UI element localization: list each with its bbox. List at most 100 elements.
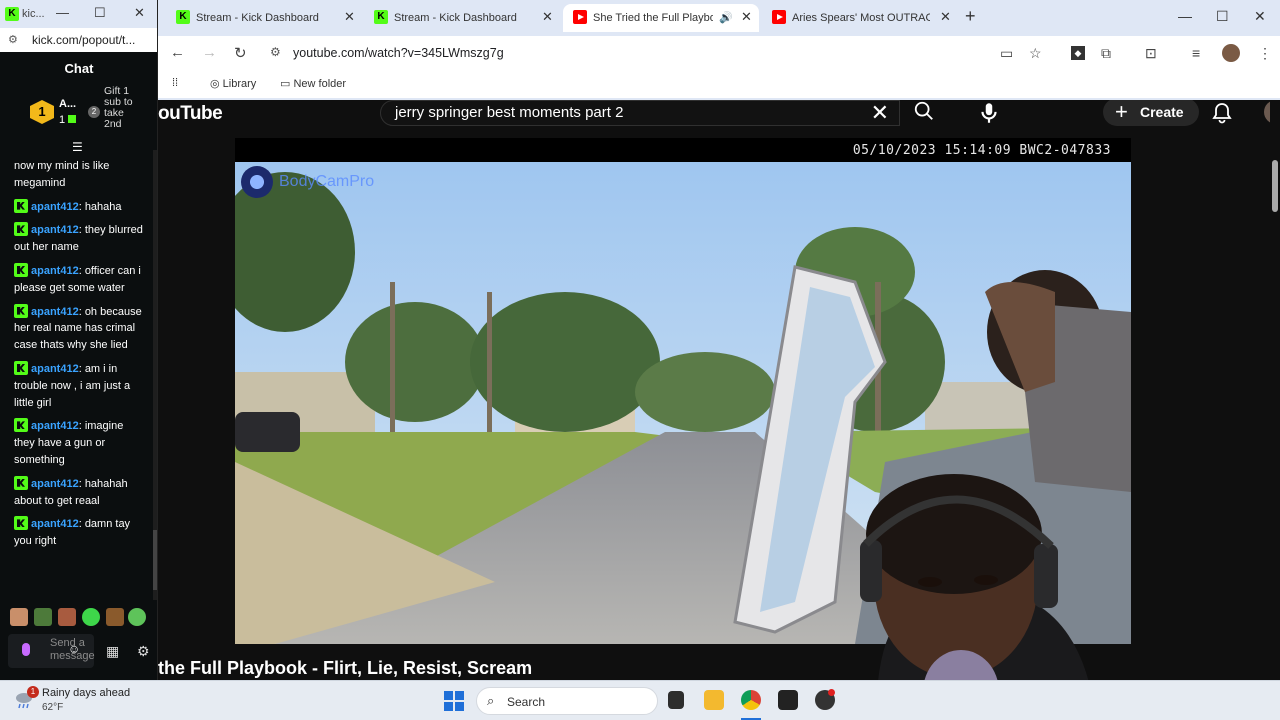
voice-search-icon[interactable] — [976, 100, 1002, 126]
tab-close-icon[interactable]: ✕ — [542, 9, 553, 25]
chat-scrollbar-thumb[interactable] — [153, 530, 157, 590]
forward-icon[interactable]: → — [202, 44, 217, 61]
settings-gear-icon[interactable]: ⚙ — [137, 643, 150, 660]
page-scrollbar[interactable] — [1270, 100, 1280, 680]
create-button[interactable]: + Create — [1103, 100, 1199, 126]
gift-count-value: 1 — [59, 114, 66, 126]
extensions-puzzle-icon[interactable]: ⧉ — [1101, 45, 1111, 62]
rank-2-icon: 2 — [88, 106, 100, 118]
maximize-button[interactable]: ☐ — [94, 5, 106, 21]
gifter-username[interactable]: A... — [59, 98, 76, 110]
bodycam-logo-icon — [241, 166, 273, 198]
notification-dot — [828, 689, 835, 696]
reload-icon[interactable]: ↻ — [234, 44, 247, 62]
tab-close-icon[interactable]: ✕ — [741, 9, 752, 25]
chat-address-bar[interactable]: ⚙ kick.com/popout/t... — [0, 28, 157, 52]
tab-youtube-active[interactable]: She Tried the Full Playbook 🔊 ✕ — [563, 4, 759, 32]
chat-message: apant412: officer can i please get some … — [14, 262, 146, 297]
url-text: youtube.com/watch?v=345LWmszg7g — [293, 46, 504, 60]
chat-username[interactable]: apant412 — [31, 420, 79, 432]
chat-popout-window: K kic... — ☐ ✕ ⚙ kick.com/popout/t... Ch… — [0, 0, 158, 680]
site-info-icon[interactable]: ⚙ — [270, 45, 281, 59]
windows-taskbar: 1 Rainy days ahead 62°F ⌕ Search — [0, 680, 1280, 720]
chat-username[interactable]: apant412 — [31, 201, 79, 213]
youtube-logo[interactable]: ouTube — [158, 103, 223, 125]
weather-title[interactable]: Rainy days ahead — [42, 687, 130, 699]
tab-audio-icon[interactable]: 🔊 — [719, 11, 733, 24]
chat-username[interactable]: apant412 — [31, 265, 79, 277]
tab-kick-dashboard-1[interactable]: K Stream - Kick Dashboard ✕ — [166, 4, 362, 32]
apps-grid-icon[interactable]: ⁞⁞ — [172, 77, 178, 89]
obs-icon[interactable] — [778, 690, 798, 710]
store-icon[interactable]: ▦ — [106, 643, 119, 660]
video-watermark: BodyCamPro — [279, 173, 375, 190]
minimize-button[interactable]: — — [56, 5, 69, 20]
new-tab-button[interactable]: + — [965, 6, 976, 27]
chat-message-input[interactable]: Send a message ☺ — [8, 634, 95, 668]
kick-badge-icon — [14, 360, 28, 375]
emote-frog-icon[interactable] — [34, 608, 52, 626]
chat-header: Chat — [64, 61, 94, 76]
emote-kick-icon[interactable] — [82, 608, 100, 626]
bookmark-new-folder[interactable]: ▭ New folder — [280, 77, 346, 90]
emote-angry-icon[interactable] — [58, 608, 76, 626]
emote-globe-icon[interactable] — [128, 608, 146, 626]
task-view-icon[interactable] — [668, 691, 684, 709]
chat-username[interactable]: apant412 — [31, 363, 79, 375]
chrome-icon[interactable] — [741, 690, 761, 710]
emote-face-icon[interactable] — [10, 608, 28, 626]
chat-window-titlebar: K kic... — ☐ ✕ — [0, 0, 157, 28]
youtube-search-input[interactable]: jerry springer best moments part 2 ✕ — [380, 100, 900, 126]
search-query: jerry springer best moments part 2 — [395, 104, 624, 121]
windows-start-icon[interactable] — [444, 691, 464, 711]
tab-label: Stream - Kick Dashboard — [394, 12, 517, 24]
chat-username[interactable]: apant412 — [31, 306, 79, 318]
search-icon[interactable] — [900, 100, 948, 126]
extension-icon[interactable]: ◆ — [1071, 46, 1085, 60]
video-title: the Full Playbook - Flirt, Lie, Resist, … — [158, 658, 533, 678]
address-bar[interactable]: ⚙ youtube.com/watch?v=345LWmszg7g — [260, 40, 1020, 66]
minimize-button[interactable]: — — [1178, 8, 1192, 24]
chat-username[interactable]: apant412 — [31, 478, 79, 490]
bookmark-library[interactable]: ◎ Library — [210, 77, 256, 90]
search-icon: ⌕ — [487, 693, 495, 708]
tab-youtube-aries[interactable]: Aries Spears' Most OUTRAGEOU ✕ — [762, 4, 958, 32]
file-explorer-icon[interactable] — [704, 690, 724, 710]
leaderboard-rank-badge: 1 — [30, 100, 54, 124]
close-button[interactable]: ✕ — [1254, 8, 1266, 25]
menu-icon[interactable]: ⋮ — [1258, 45, 1272, 62]
taskbar-search[interactable]: ⌕ Search — [476, 687, 658, 715]
back-icon[interactable]: ← — [170, 44, 185, 61]
chat-url-text: kick.com/popout/t... — [32, 33, 136, 47]
kick-icon: K — [5, 7, 19, 21]
tab-kick-dashboard-2[interactable]: K Stream - Kick Dashboard ✕ — [364, 4, 560, 32]
chat-message: now my mind is like megamind — [14, 158, 146, 192]
media-controls-icon[interactable]: ⊡ — [1145, 45, 1157, 62]
chat-filter-icon[interactable]: ☰ — [72, 140, 83, 154]
site-info-icon[interactable]: ⚙ — [8, 33, 18, 46]
gift-sub-prompt[interactable]: Gift 1 sub to take 2nd — [104, 86, 144, 130]
maximize-button[interactable]: ☐ — [1216, 8, 1229, 25]
close-button[interactable]: ✕ — [134, 5, 145, 21]
chat-username[interactable]: apant412 — [31, 224, 79, 236]
tab-close-icon[interactable]: ✕ — [344, 9, 355, 25]
taskbar-search-label: Search — [507, 695, 546, 709]
clear-search-icon[interactable]: ✕ — [871, 101, 889, 125]
kick-badge-icon — [14, 262, 28, 277]
bookmark-star-icon[interactable]: ☆ — [1029, 45, 1042, 62]
tab-close-icon[interactable]: ✕ — [940, 9, 951, 25]
youtube-page: ouTube jerry springer best moments part … — [158, 100, 1280, 680]
notifications-bell-icon[interactable] — [1212, 102, 1232, 124]
kick-icon: K — [176, 10, 190, 24]
profile-avatar[interactable] — [1222, 44, 1240, 62]
emoji-icon[interactable]: ☺ — [68, 642, 80, 656]
chat-scrollbar[interactable] — [153, 150, 157, 600]
gift-icon — [68, 115, 77, 123]
chat-message-list: now my mind is like megamind apant412: h… — [14, 158, 146, 557]
chat-username[interactable]: apant412 — [31, 518, 79, 530]
emote-box-icon[interactable] — [106, 608, 124, 626]
microphone-icon[interactable] — [22, 643, 30, 656]
install-app-icon[interactable]: ▭ — [1000, 45, 1013, 62]
reading-list-icon[interactable]: ≡ — [1192, 45, 1200, 61]
page-scrollbar-thumb[interactable] — [1272, 160, 1278, 212]
